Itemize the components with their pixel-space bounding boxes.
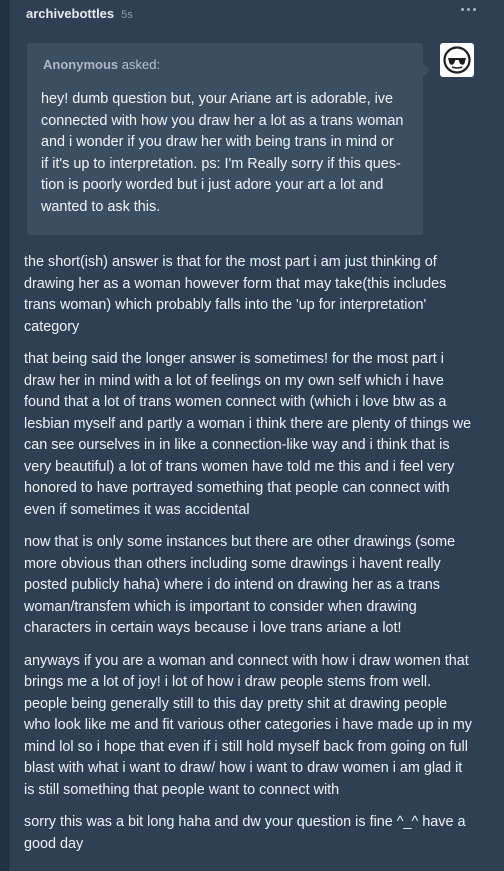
answer-paragraph: now that is only some instances but ther…	[24, 532, 504, 640]
question-line: connected with how you draw her a lot as…	[41, 112, 404, 129]
answer-line: can see ourselves in in like a connectio…	[24, 437, 450, 453]
ellipsis-icon	[473, 8, 476, 11]
asker-line: Anonymous asked:	[43, 57, 409, 72]
answer-line: category	[24, 318, 80, 335]
answer-line: blast with what i want to draw/ how i wa…	[24, 760, 463, 776]
answer-line: even if sometimes it was accidental	[24, 501, 250, 518]
sunglasses-avatar-icon[interactable]	[440, 43, 474, 77]
answer-line: lesbian myself and partly a woman i thin…	[24, 415, 472, 432]
answer-line: posted publicly haha) where i do intend …	[24, 577, 440, 593]
more-options-button[interactable]	[459, 4, 478, 15]
answer-line: more obvious than others including some …	[24, 555, 441, 572]
answer-line: good day	[24, 835, 84, 852]
answer-line: that being said the longer answer is som…	[24, 351, 444, 367]
ask-bubble: Anonymous asked: hey! dumb question but,…	[27, 43, 430, 235]
post-card: archivebottles 5s Anonymous asked: hey! …	[9, 0, 504, 871]
answer-paragraph: the short(ish) answer is that for the mo…	[24, 252, 504, 338]
answer-line: drawing her as a woman however form that…	[24, 275, 447, 292]
answer-paragraph: that being said the longer answer is som…	[24, 349, 504, 521]
answer-line: very beautiful) a lot of trans women hav…	[24, 458, 455, 475]
answer-line: who look like me and fit various other c…	[24, 717, 472, 733]
answer-line: anyways if you are a woman and connect w…	[24, 652, 469, 669]
question-line: if it's up to interpretation. ps: I'm Re…	[41, 155, 401, 172]
asked-suffix: asked:	[121, 57, 161, 72]
answer-line: people being generally still to this day…	[24, 695, 448, 712]
answer-line: now that is only some instances but ther…	[24, 534, 456, 550]
answer-line: draw her in mind with a lot of feelings …	[24, 372, 444, 389]
question-line: and i wonder if you draw her with being …	[41, 134, 394, 150]
avatar-glyph	[443, 46, 471, 74]
question-line: tion is poorly worded but i just adore y…	[41, 177, 384, 193]
answer-paragraph: sorry this was a bit long haha and dw yo…	[24, 812, 504, 855]
answer-line: woman/transfem which is important to con…	[24, 598, 417, 615]
sidebar-edge	[0, 0, 9, 871]
question-text: hey! dumb question but, your Ariane art …	[41, 89, 409, 218]
answer-body: the short(ish) answer is that for the mo…	[24, 252, 504, 866]
answer-line: mind lol so i hope that even if i still …	[24, 738, 468, 755]
answer-line: honored to have portrayed something that…	[24, 480, 450, 496]
answer-paragraph: anyways if you are a woman and connect w…	[24, 651, 504, 802]
question-line: hey! dumb question but, your Ariane art …	[41, 91, 393, 107]
post-timestamp[interactable]: 5s	[121, 9, 133, 21]
answer-line: characters in certain ways because i lov…	[24, 620, 402, 636]
question-line: wanted to ask this.	[41, 198, 161, 215]
ellipsis-icon	[467, 8, 470, 11]
post-username[interactable]: archivebottles	[26, 6, 114, 21]
asker-name: Anonymous	[43, 57, 119, 72]
post-header: archivebottles 5s	[26, 6, 133, 26]
answer-line: is still something that people want to c…	[24, 781, 340, 798]
ellipsis-icon	[461, 8, 464, 11]
answer-line: trans woman) which probably falls into t…	[24, 297, 427, 313]
answer-line: sorry this was a bit long haha and dw yo…	[24, 814, 466, 830]
answer-line: the short(ish) answer is that for the mo…	[24, 254, 437, 270]
answer-line: brings me a lot of joy! i lot of how i d…	[24, 674, 432, 690]
answer-line: found that a lot of trans women connect …	[24, 394, 447, 410]
